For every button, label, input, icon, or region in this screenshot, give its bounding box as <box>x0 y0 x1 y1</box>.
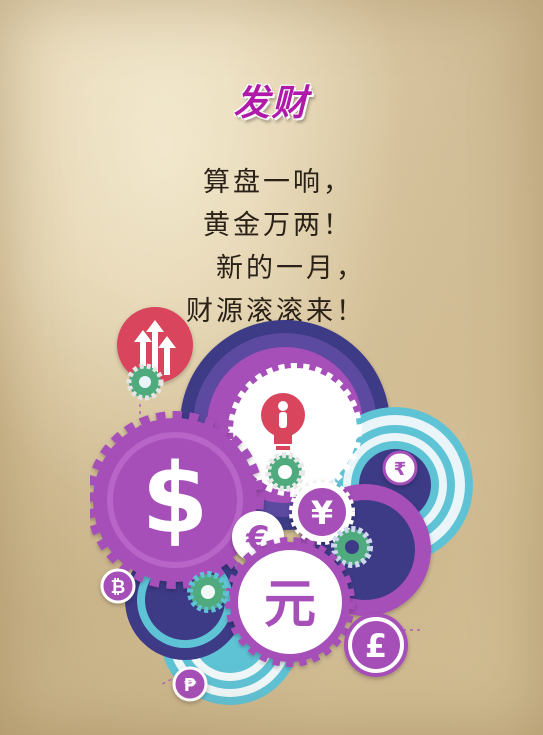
poem-line-3: 新的一月， <box>216 253 366 284</box>
bitcoin-badge: ₿ <box>100 568 136 604</box>
yen-icon: ¥ <box>311 494 333 532</box>
rupee-icon: ₹ <box>394 459 407 480</box>
bitcoin-icon: ₿ <box>111 577 126 598</box>
pound-circle: £ <box>344 613 408 677</box>
dollar-icon: $ <box>142 443 209 555</box>
yuan-icon: 元 <box>264 575 316 635</box>
small-green-gear <box>126 363 164 401</box>
green-gear-left <box>187 571 229 613</box>
peso-badge: ₱ <box>172 666 208 702</box>
pound-icon: £ <box>365 627 387 665</box>
money-gears-illustration: $ € ¥ 元 ₹ ₿ £ ₱ <box>90 307 473 705</box>
poem-line-1: 算盘一响， <box>203 167 353 198</box>
page-title: 发财 <box>233 83 310 124</box>
dollar-gear: $ <box>90 411 264 589</box>
green-gear-bulb <box>265 452 305 492</box>
rupee-badge: ₹ <box>382 450 418 486</box>
peso-icon: ₱ <box>184 675 197 696</box>
poem-line-2: 黄金万两！ <box>203 210 353 241</box>
poster: 发财 算盘一响， 黄金万两！ 新的一月， 财源滚滚来！ $ € ¥ 元 ₹ ₿ … <box>0 0 543 735</box>
green-gear-right <box>331 526 373 568</box>
yuan-gear: 元 <box>225 537 355 667</box>
